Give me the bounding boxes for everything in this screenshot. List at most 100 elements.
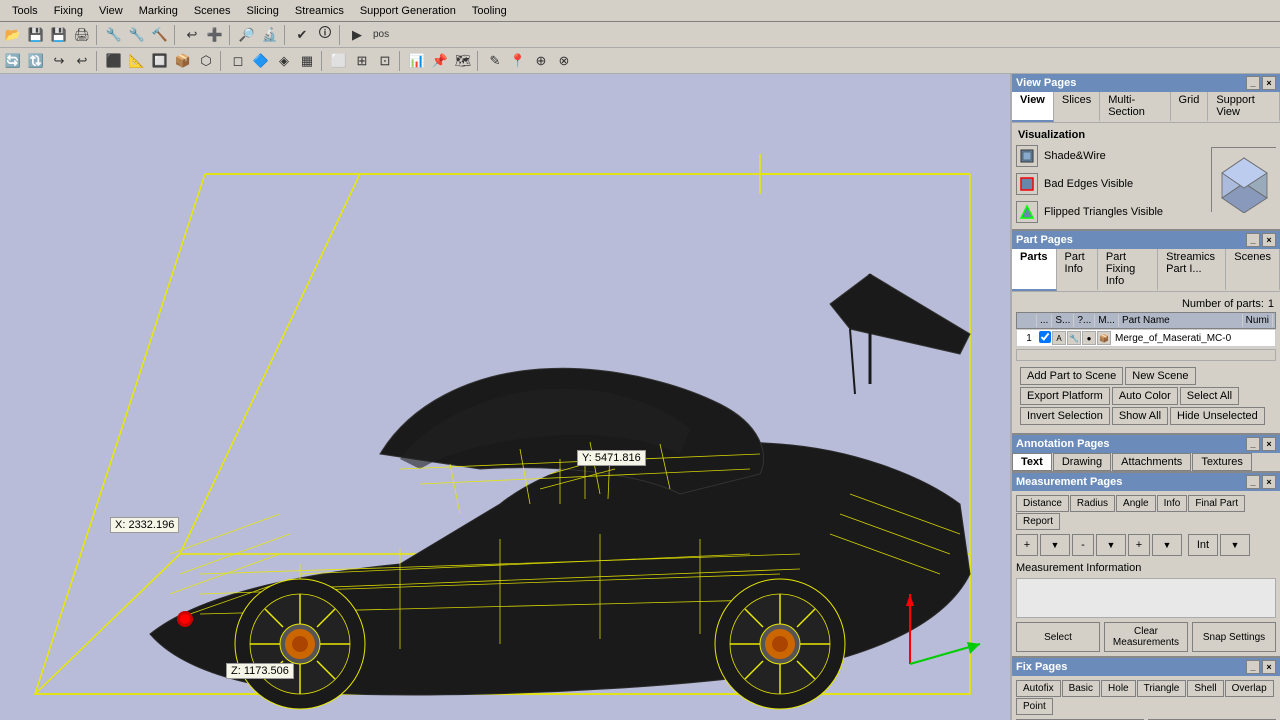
export-platform-btn[interactable]: Export Platform — [1020, 387, 1110, 405]
part-pages-pin[interactable]: _ — [1246, 233, 1260, 247]
snap-settings-btn[interactable]: Snap Settings — [1192, 622, 1276, 652]
auto-color-btn[interactable]: Auto Color — [1112, 387, 1178, 405]
tb2-draw[interactable]: ✎ — [484, 50, 506, 72]
meas-btn-1[interactable]: + — [1016, 534, 1038, 556]
tab-info[interactable]: Info — [1157, 495, 1188, 512]
tab-final-part[interactable]: Final Part — [1188, 495, 1245, 512]
meas-extra-drop[interactable]: ▼ — [1220, 534, 1250, 556]
tb-print[interactable]: 🖨 — [71, 24, 93, 46]
tab-angle[interactable]: Angle — [1116, 495, 1156, 512]
tab-shell[interactable]: Shell — [1187, 680, 1223, 697]
tab-point[interactable]: Point — [1016, 698, 1053, 715]
tb2-map[interactable]: 🗺 — [452, 50, 474, 72]
meas-dropdown-1[interactable]: ▼ — [1040, 534, 1070, 556]
tab-multi-section[interactable]: Multi-Section — [1100, 92, 1170, 122]
tab-triangle[interactable]: Triangle — [1137, 680, 1187, 697]
tb2-select4[interactable]: ▦ — [296, 50, 318, 72]
viewport-3d[interactable]: X: 2332.196 Y: 5471.816 Z: 1173.506 — [0, 74, 1010, 720]
tb-cursor[interactable]: ➕ — [204, 24, 226, 46]
select-btn[interactable]: Select — [1016, 622, 1100, 652]
tab-basic[interactable]: Basic — [1062, 680, 1100, 697]
cube-preview[interactable] — [1211, 147, 1276, 212]
tb2-view2[interactable]: 📐 — [126, 50, 148, 72]
tb2-mark[interactable]: 📍 — [507, 50, 529, 72]
tab-text[interactable]: Text — [1012, 453, 1052, 471]
tab-scenes[interactable]: Scenes — [1226, 249, 1280, 291]
tb2-select3[interactable]: ◈ — [273, 50, 295, 72]
view-pages-pin[interactable]: _ — [1246, 76, 1260, 90]
meas-pages-pin[interactable]: _ — [1246, 475, 1260, 489]
tab-attachments[interactable]: Attachments — [1112, 453, 1191, 471]
ann-pages-pin[interactable]: _ — [1246, 437, 1260, 451]
hide-unselected-btn[interactable]: Hide Unselected — [1170, 407, 1265, 425]
menu-support[interactable]: Support Generation — [352, 3, 464, 19]
tab-autofix[interactable]: Autofix — [1016, 680, 1061, 697]
menu-view[interactable]: View — [91, 3, 131, 19]
meas-btn-2[interactable]: - — [1072, 534, 1094, 556]
tb-save[interactable]: 💾 — [25, 24, 47, 46]
tb-tools2[interactable]: 🔧 — [126, 24, 148, 46]
meas-dropdown-3[interactable]: ▼ — [1152, 534, 1182, 556]
view-pages-close[interactable]: × — [1262, 76, 1276, 90]
tb2-view5[interactable]: ⬡ — [195, 50, 217, 72]
fix-pages-pin[interactable]: _ — [1246, 660, 1260, 674]
table-row[interactable]: 1 A 🔧 ● 📦 Merge_of_Maserati_MC-0 — [1016, 329, 1276, 347]
tb-info[interactable]: 🛈 — [314, 24, 336, 46]
tb-check[interactable]: ✔ — [291, 24, 313, 46]
tb2-pin[interactable]: 📌 — [429, 50, 451, 72]
show-all-btn[interactable]: Show All — [1112, 407, 1168, 425]
clear-measurements-btn[interactable]: Clear Measurements — [1104, 622, 1188, 652]
meas-dropdown-2[interactable]: ▼ — [1096, 534, 1126, 556]
tab-fixing-info[interactable]: Part Fixing Info — [1098, 249, 1158, 291]
meas-pages-close[interactable]: × — [1262, 475, 1276, 489]
tab-grid[interactable]: Grid — [1171, 92, 1209, 122]
tb2-redo[interactable]: ↪ — [48, 50, 70, 72]
tb-search2[interactable]: 🔬 — [259, 24, 281, 46]
menu-tooling[interactable]: Tooling — [464, 3, 515, 19]
tb2-mesh2[interactable]: ⊞ — [351, 50, 373, 72]
tb2-rotate2[interactable]: 🔃 — [25, 50, 47, 72]
tb2-view1[interactable]: ⬛ — [103, 50, 125, 72]
menu-scenes[interactable]: Scenes — [186, 3, 239, 19]
tab-support-view[interactable]: Support View — [1208, 92, 1280, 122]
part-visible-checkbox[interactable] — [1039, 331, 1051, 343]
tab-radius[interactable]: Radius — [1070, 495, 1115, 512]
tab-parts[interactable]: Parts — [1012, 249, 1057, 291]
tb-tools3[interactable]: 🔨 — [149, 24, 171, 46]
tb2-view3[interactable]: 🔲 — [149, 50, 171, 72]
fix-pages-close[interactable]: × — [1262, 660, 1276, 674]
tab-slices[interactable]: Slices — [1054, 92, 1100, 122]
tab-streamics[interactable]: Streamics Part I... — [1158, 249, 1226, 291]
meas-btn-3[interactable]: + — [1128, 534, 1150, 556]
tb-tools1[interactable]: 🔧 — [103, 24, 125, 46]
menu-slicing[interactable]: Slicing — [239, 3, 287, 19]
tab-overlap[interactable]: Overlap — [1225, 680, 1274, 697]
meas-extra-btn[interactable]: Int — [1188, 534, 1218, 556]
tb2-mesh1[interactable]: ⬜ — [328, 50, 350, 72]
add-part-btn[interactable]: Add Part to Scene — [1020, 367, 1123, 385]
tb2-undo2[interactable]: ↩ — [71, 50, 93, 72]
tb2-select2[interactable]: 🔷 — [250, 50, 272, 72]
tb2-chart[interactable]: 📊 — [406, 50, 428, 72]
tb-undo[interactable]: ↩ — [181, 24, 203, 46]
horizontal-scrollbar[interactable] — [1016, 349, 1276, 361]
tb-open[interactable]: 📂 — [2, 24, 24, 46]
tab-textures[interactable]: Textures — [1192, 453, 1252, 471]
tb2-rotate[interactable]: 🔄 — [2, 50, 24, 72]
tb-play[interactable]: ▶ — [346, 24, 368, 46]
tab-report[interactable]: Report — [1016, 513, 1060, 530]
tb2-select1[interactable]: ◻ — [227, 50, 249, 72]
ann-pages-close[interactable]: × — [1262, 437, 1276, 451]
menu-streamics[interactable]: Streamics — [287, 3, 352, 19]
tb2-remove[interactable]: ⊗ — [553, 50, 575, 72]
tb2-view4[interactable]: 📦 — [172, 50, 194, 72]
tb2-mesh3[interactable]: ⊡ — [374, 50, 396, 72]
tab-view[interactable]: View — [1012, 92, 1054, 122]
tb2-add[interactable]: ⊕ — [530, 50, 552, 72]
tab-hole[interactable]: Hole — [1101, 680, 1136, 697]
menu-tools[interactable]: Tools — [4, 3, 46, 19]
menu-fixing[interactable]: Fixing — [46, 3, 91, 19]
tab-drawing[interactable]: Drawing — [1053, 453, 1111, 471]
new-scene-btn[interactable]: New Scene — [1125, 367, 1195, 385]
tb-search1[interactable]: 🔎 — [236, 24, 258, 46]
